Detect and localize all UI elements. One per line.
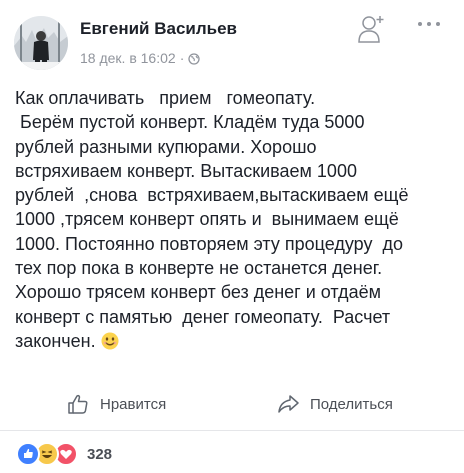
post-text-line: Берём пустой конверт. Кладём туда 5000 bbox=[15, 112, 365, 133]
post-timestamp[interactable]: 18 дек. в 16:02 bbox=[80, 50, 176, 66]
share-label: Поделиться bbox=[310, 395, 393, 413]
post-text-line: рублей ,снова встряхиваем,вытаскиваем ещ… bbox=[15, 185, 409, 206]
thumbs-up-icon bbox=[68, 394, 88, 414]
like-button[interactable]: Нравится bbox=[66, 384, 166, 424]
post-text-line: закончен. bbox=[15, 330, 101, 351]
facebook-post: Евгений Васильев 18 дек. в 16:02 · Как о… bbox=[0, 0, 464, 473]
post-meta: 18 дек. в 16:02 · bbox=[80, 50, 201, 66]
post-header: Евгений Васильев 18 дек. в 16:02 · bbox=[0, 0, 464, 78]
more-options-icon[interactable] bbox=[414, 14, 444, 34]
follow-user-icon[interactable] bbox=[358, 14, 386, 44]
reactions-summary[interactable]: 328 bbox=[16, 442, 112, 466]
reaction-count: 328 bbox=[87, 445, 113, 463]
share-arrow-icon bbox=[278, 395, 299, 413]
post-text-line: Как оплачивать прием гомеопату. bbox=[15, 88, 316, 108]
meta-separator: · bbox=[179, 50, 185, 66]
share-button[interactable]: Поделиться bbox=[276, 384, 393, 424]
post-text-line: Хорошо трясем конверт без денег и отдаём bbox=[15, 282, 381, 303]
avatar-photo bbox=[14, 16, 68, 70]
divider bbox=[0, 430, 464, 431]
post-text-line: тех пор пока в конверте не останется ден… bbox=[15, 258, 383, 279]
post-text-line: 1000. Постоянно повторяем эту процедуру … bbox=[15, 233, 403, 254]
post-text-line: 1000 ,трясем конверт опять и вынимаем ещ… bbox=[15, 209, 399, 230]
smile-emoji-icon bbox=[101, 332, 119, 350]
post-text: Как оплачивать прием гомеопату. Берём пу… bbox=[15, 86, 455, 353]
avatar[interactable] bbox=[14, 16, 68, 70]
post-actions: Нравится Поделиться bbox=[0, 384, 464, 424]
author-name[interactable]: Евгений Васильев bbox=[80, 19, 237, 39]
globe-icon bbox=[188, 52, 201, 65]
like-label: Нравится bbox=[100, 395, 167, 413]
post-text-line: рублей разными купюрами. Хорошо bbox=[15, 136, 317, 157]
post-text-line: встряхиваем конверт. Вытаскиваем 1000 bbox=[15, 160, 357, 181]
like-reaction-icon bbox=[16, 442, 40, 466]
post-text-line: конверт с памятью денег гомеопату. Расче… bbox=[15, 306, 391, 327]
